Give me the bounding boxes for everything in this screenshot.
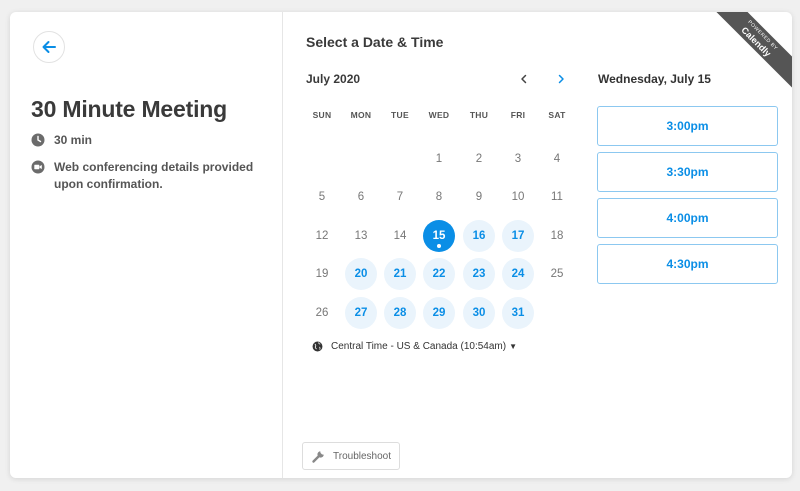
event-details-panel: 30 Minute Meeting 30 min Web conferencin… <box>10 12 283 478</box>
time-slot-button[interactable]: 3:00pm <box>597 106 778 146</box>
calendar-day-available[interactable]: 29 <box>423 297 455 329</box>
weekday-label: MON <box>350 110 372 120</box>
chevron-left-icon <box>521 74 527 84</box>
calendar-day-available[interactable]: 28 <box>384 297 416 329</box>
weekday-label: FRI <box>510 110 526 120</box>
calendar-day: 11 <box>551 191 563 203</box>
video-camera-icon <box>31 160 45 174</box>
caret-down-icon: ▼ <box>509 342 517 351</box>
arrow-left-icon <box>42 41 56 53</box>
weekday-label: TUE <box>391 110 409 120</box>
calendar-day: 12 <box>315 230 329 242</box>
calendar-day: 19 <box>315 268 329 280</box>
calendar-day: 25 <box>550 268 564 280</box>
calendar-day: 4 <box>553 153 561 165</box>
calendar-day: 8 <box>435 191 443 203</box>
calendar-day: 13 <box>354 230 368 242</box>
calendar-day: 9 <box>475 191 483 203</box>
calendar-day-available[interactable]: 24 <box>502 258 534 290</box>
weekday-label: SAT <box>548 110 566 120</box>
calendar-day-selected[interactable]: 15 <box>423 220 455 252</box>
calendar-day-available[interactable]: 17 <box>502 220 534 252</box>
event-title: 30 Minute Meeting <box>31 96 227 122</box>
troubleshoot-button[interactable]: Troubleshoot <box>302 442 400 470</box>
scheduling-card: 30 Minute Meeting 30 min Web conferencin… <box>10 12 792 478</box>
calendar-day: 3 <box>514 153 522 165</box>
selected-date-label: Wednesday, July 15 <box>598 72 711 86</box>
powered-by-calendly-ribbon[interactable]: POWERED BY Calendly <box>712 12 792 92</box>
calendar-day: 7 <box>396 191 404 203</box>
calendar-day: 2 <box>475 153 483 165</box>
calendar-day: 14 <box>393 230 407 242</box>
timezone-selector[interactable]: Central Time - US & Canada (10:54am) ▼ <box>312 341 517 352</box>
calendar-day: 5 <box>318 191 326 203</box>
calendar-day: 6 <box>357 191 365 203</box>
clock-icon <box>31 133 45 147</box>
calendar-day: 18 <box>550 230 564 242</box>
month-label: July 2020 <box>306 72 361 86</box>
chevron-right-icon <box>558 74 564 84</box>
next-month-button[interactable] <box>551 69 571 89</box>
calendar-day: 1 <box>435 153 443 165</box>
calendar-day-available[interactable]: 20 <box>345 258 377 290</box>
back-button[interactable] <box>33 31 65 63</box>
weekday-label: WED <box>428 110 450 120</box>
date-time-panel: Select a Date & Time July 2020 SUN MON TUE… <box>284 12 792 478</box>
conferencing-text: Web conferencing details provided upon c… <box>54 160 254 191</box>
duration-text: 30 min <box>54 133 93 147</box>
troubleshoot-label: Troubleshoot <box>333 450 391 462</box>
weekday-label: THU <box>469 110 489 120</box>
calendar-day: 10 <box>511 191 525 203</box>
ribbon-band: POWERED BY Calendly <box>712 12 792 92</box>
panel-title: Select a Date & Time <box>306 34 444 50</box>
weekday-label: SUN <box>312 110 332 120</box>
globe-icon <box>312 341 323 352</box>
calendar-day-available[interactable]: 27 <box>345 297 377 329</box>
timezone-label: Central Time - US & Canada (10:54am) <box>331 341 507 352</box>
calendar-day-available[interactable]: 31 <box>502 297 534 329</box>
calendar-day-available[interactable]: 16 <box>463 220 495 252</box>
prev-month-button[interactable] <box>514 69 534 89</box>
calendar-day: 26 <box>315 307 329 319</box>
wrench-icon <box>312 451 324 463</box>
event-duration: 30 min <box>31 132 92 149</box>
event-conferencing: Web conferencing details provided upon c… <box>31 159 261 193</box>
calendar-day-available[interactable]: 23 <box>463 258 495 290</box>
time-slot-button[interactable]: 4:30pm <box>597 244 778 284</box>
calendar-day-available[interactable]: 30 <box>463 297 495 329</box>
calendar-day-available[interactable]: 21 <box>384 258 416 290</box>
calendar-day-available[interactable]: 22 <box>423 258 455 290</box>
time-slot-button[interactable]: 3:30pm <box>597 152 778 192</box>
time-slot-button[interactable]: 4:00pm <box>597 198 778 238</box>
